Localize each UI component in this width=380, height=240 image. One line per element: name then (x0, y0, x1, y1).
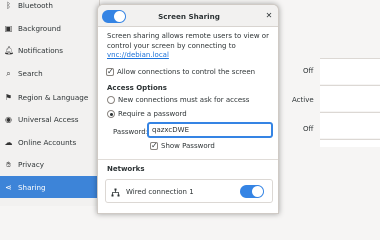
radio-circle (107, 96, 115, 104)
cloud-icon: ☁ (4, 137, 13, 147)
bell-icon: 🔔︎ (4, 45, 15, 55)
sidebar-item-online-accounts[interactable]: ☁ Online Accounts (0, 131, 100, 153)
dialog-header: Screen Sharing ✕ (98, 5, 278, 27)
access-options-title: Access Options (107, 84, 167, 92)
sidebar-item-background[interactable]: ▣ Background (0, 17, 100, 39)
sidebar-item-notifications[interactable]: 🔔︎ Notifications (0, 39, 100, 61)
sidebar-item-search[interactable]: ⌕ Search (0, 62, 100, 84)
hand-icon: ✋︎ (6, 159, 11, 169)
radio-circle (107, 110, 115, 118)
password-label: Password: (113, 128, 149, 136)
sidebar-item-sharing[interactable]: ⋖ Sharing (0, 176, 100, 198)
settings-sidebar: ᛒ Bluetooth ▣ Background 🔔︎ Notification… (0, 0, 100, 206)
description: Screen sharing allows remote users to vi… (107, 32, 269, 59)
status-text: Active (292, 96, 314, 104)
option-require-password-radio[interactable]: Require a password (107, 110, 187, 118)
accessibility-icon: ◉ (5, 114, 12, 124)
password-field[interactable] (147, 122, 273, 138)
bluetooth-icon: ᛒ (6, 0, 11, 10)
sidebar-item-universal-access[interactable]: ◉ Universal Access (0, 108, 100, 130)
sidebar-item-privacy[interactable]: ✋︎ Privacy (0, 153, 100, 175)
sidebar-item-bluetooth[interactable]: ᛒ Bluetooth (0, 0, 100, 16)
share-icon: ⋖ (5, 182, 12, 192)
toggle-knob (252, 186, 263, 197)
background-icon: ▣ (4, 23, 13, 33)
wired-network-icon (111, 188, 120, 197)
vnc-address-link[interactable]: vnc://debian.local (107, 51, 169, 59)
section-divider (98, 159, 278, 160)
network-row: Wired connection 1 (105, 179, 273, 203)
network-toggle[interactable] (240, 185, 264, 198)
allow-control-checkbox[interactable]: Allow connections to control the screen (106, 67, 255, 76)
checkbox-box (150, 141, 158, 150)
networks-title: Networks (107, 165, 145, 173)
sharing-row-bg (320, 139, 380, 147)
sharing-row-bg (320, 58, 380, 84)
screen-sharing-dialog: Screen Sharing ✕ Screen sharing allows r… (97, 4, 279, 214)
sidebar-item-region-language[interactable]: ⚑ Region & Language (0, 86, 100, 108)
sharing-row-bg (320, 112, 380, 138)
dialog-title: Screen Sharing (158, 12, 220, 21)
close-icon[interactable]: ✕ (264, 11, 274, 21)
checkbox-box (106, 67, 114, 76)
network-name: Wired connection 1 (126, 188, 194, 196)
search-icon: ⌕ (6, 68, 11, 78)
show-password-checkbox[interactable]: Show Password (150, 141, 215, 150)
status-text: Off (303, 67, 314, 75)
option-ask-access-radio[interactable]: New connections must ask for access (107, 96, 249, 104)
sharing-row-bg (320, 85, 380, 111)
status-text: Off (303, 125, 314, 133)
flag-icon: ⚑ (4, 92, 13, 102)
